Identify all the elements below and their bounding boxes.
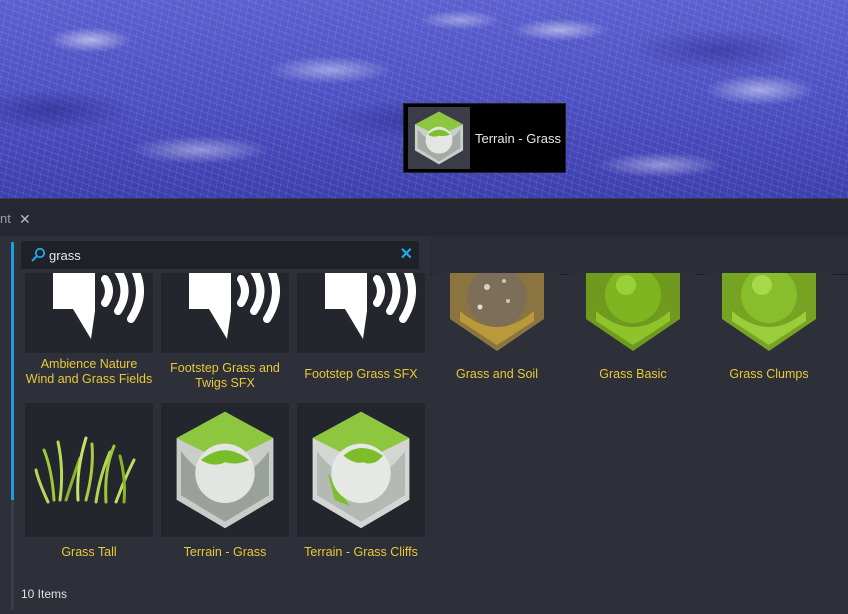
asset-thumbnail xyxy=(705,273,833,353)
asset-browser-tabbar: nt ✕ xyxy=(0,198,848,237)
asset-tile[interactable]: Grass and Soil xyxy=(433,273,561,382)
toolbar-strip xyxy=(430,236,848,275)
asset-label: Grass Tall xyxy=(61,545,117,559)
clear-search-icon[interactable]: ✕ xyxy=(400,245,413,265)
terrain-grass-icon xyxy=(176,411,274,529)
material-grass-icon xyxy=(722,273,816,351)
asset-label: Footstep Grass SFX xyxy=(304,367,418,381)
tab-close-icon[interactable]: ✕ xyxy=(19,209,31,229)
material-soil-icon xyxy=(450,273,544,351)
asset-thumbnail xyxy=(25,273,153,353)
scrollbar-thumb[interactable] xyxy=(11,242,14,500)
asset-thumbnail xyxy=(161,273,289,353)
asset-tile[interactable]: Footstep Grass and Twigs SFX xyxy=(161,273,289,391)
terrain-grass-cliffs-icon xyxy=(312,411,410,529)
search-input[interactable] xyxy=(49,245,389,265)
asset-label: Grass Basic xyxy=(599,367,667,381)
item-count: 10 Items xyxy=(21,587,68,601)
terrain-grass-thumbnail xyxy=(408,107,470,169)
speaker-icon xyxy=(189,273,280,339)
drag-preview-label: Terrain - Grass xyxy=(475,130,561,146)
drag-preview: Terrain - Grass xyxy=(403,103,566,173)
asset-label: Terrain - Grass xyxy=(183,545,267,559)
asset-label: Footstep Grass and Twigs SFX xyxy=(170,361,280,390)
material-grass-icon xyxy=(586,273,680,351)
scrollbar-track[interactable] xyxy=(11,500,14,610)
asset-label: Ambience Nature Wind and Grass Fields Se… xyxy=(25,357,153,386)
asset-tile[interactable]: Terrain - Grass Cliffs xyxy=(297,403,425,560)
asset-thumbnail xyxy=(25,403,153,537)
asset-thumbnail xyxy=(161,403,289,537)
asset-tile[interactable]: Grass Clumps xyxy=(705,273,833,382)
search-box[interactable]: ✕ xyxy=(21,241,419,269)
asset-thumbnail xyxy=(433,273,561,353)
asset-grid: Ambience Nature Wind and Grass Fields Se… xyxy=(21,273,841,573)
search-icon xyxy=(31,247,46,262)
asset-label: Grass Clumps xyxy=(729,367,809,381)
asset-tile[interactable]: Footstep Grass SFX xyxy=(297,273,425,382)
asset-tile[interactable]: Grass Basic xyxy=(569,273,697,382)
asset-tile[interactable]: Terrain - Grass xyxy=(161,403,289,560)
asset-tile[interactable]: Ambience Nature Wind and Grass Fields Se… xyxy=(25,273,153,387)
asset-thumbnail xyxy=(569,273,697,353)
asset-thumbnail xyxy=(297,403,425,537)
asset-label: Terrain - Grass Cliffs xyxy=(304,545,418,559)
asset-label: Grass and Soil xyxy=(456,367,538,381)
asset-tile[interactable]: Grass Tall xyxy=(25,403,153,560)
speaker-icon xyxy=(325,273,416,339)
grass-foliage-icon xyxy=(34,436,136,504)
speaker-icon xyxy=(53,273,144,339)
asset-thumbnail xyxy=(297,273,425,353)
tab-content[interactable]: nt xyxy=(0,209,11,229)
